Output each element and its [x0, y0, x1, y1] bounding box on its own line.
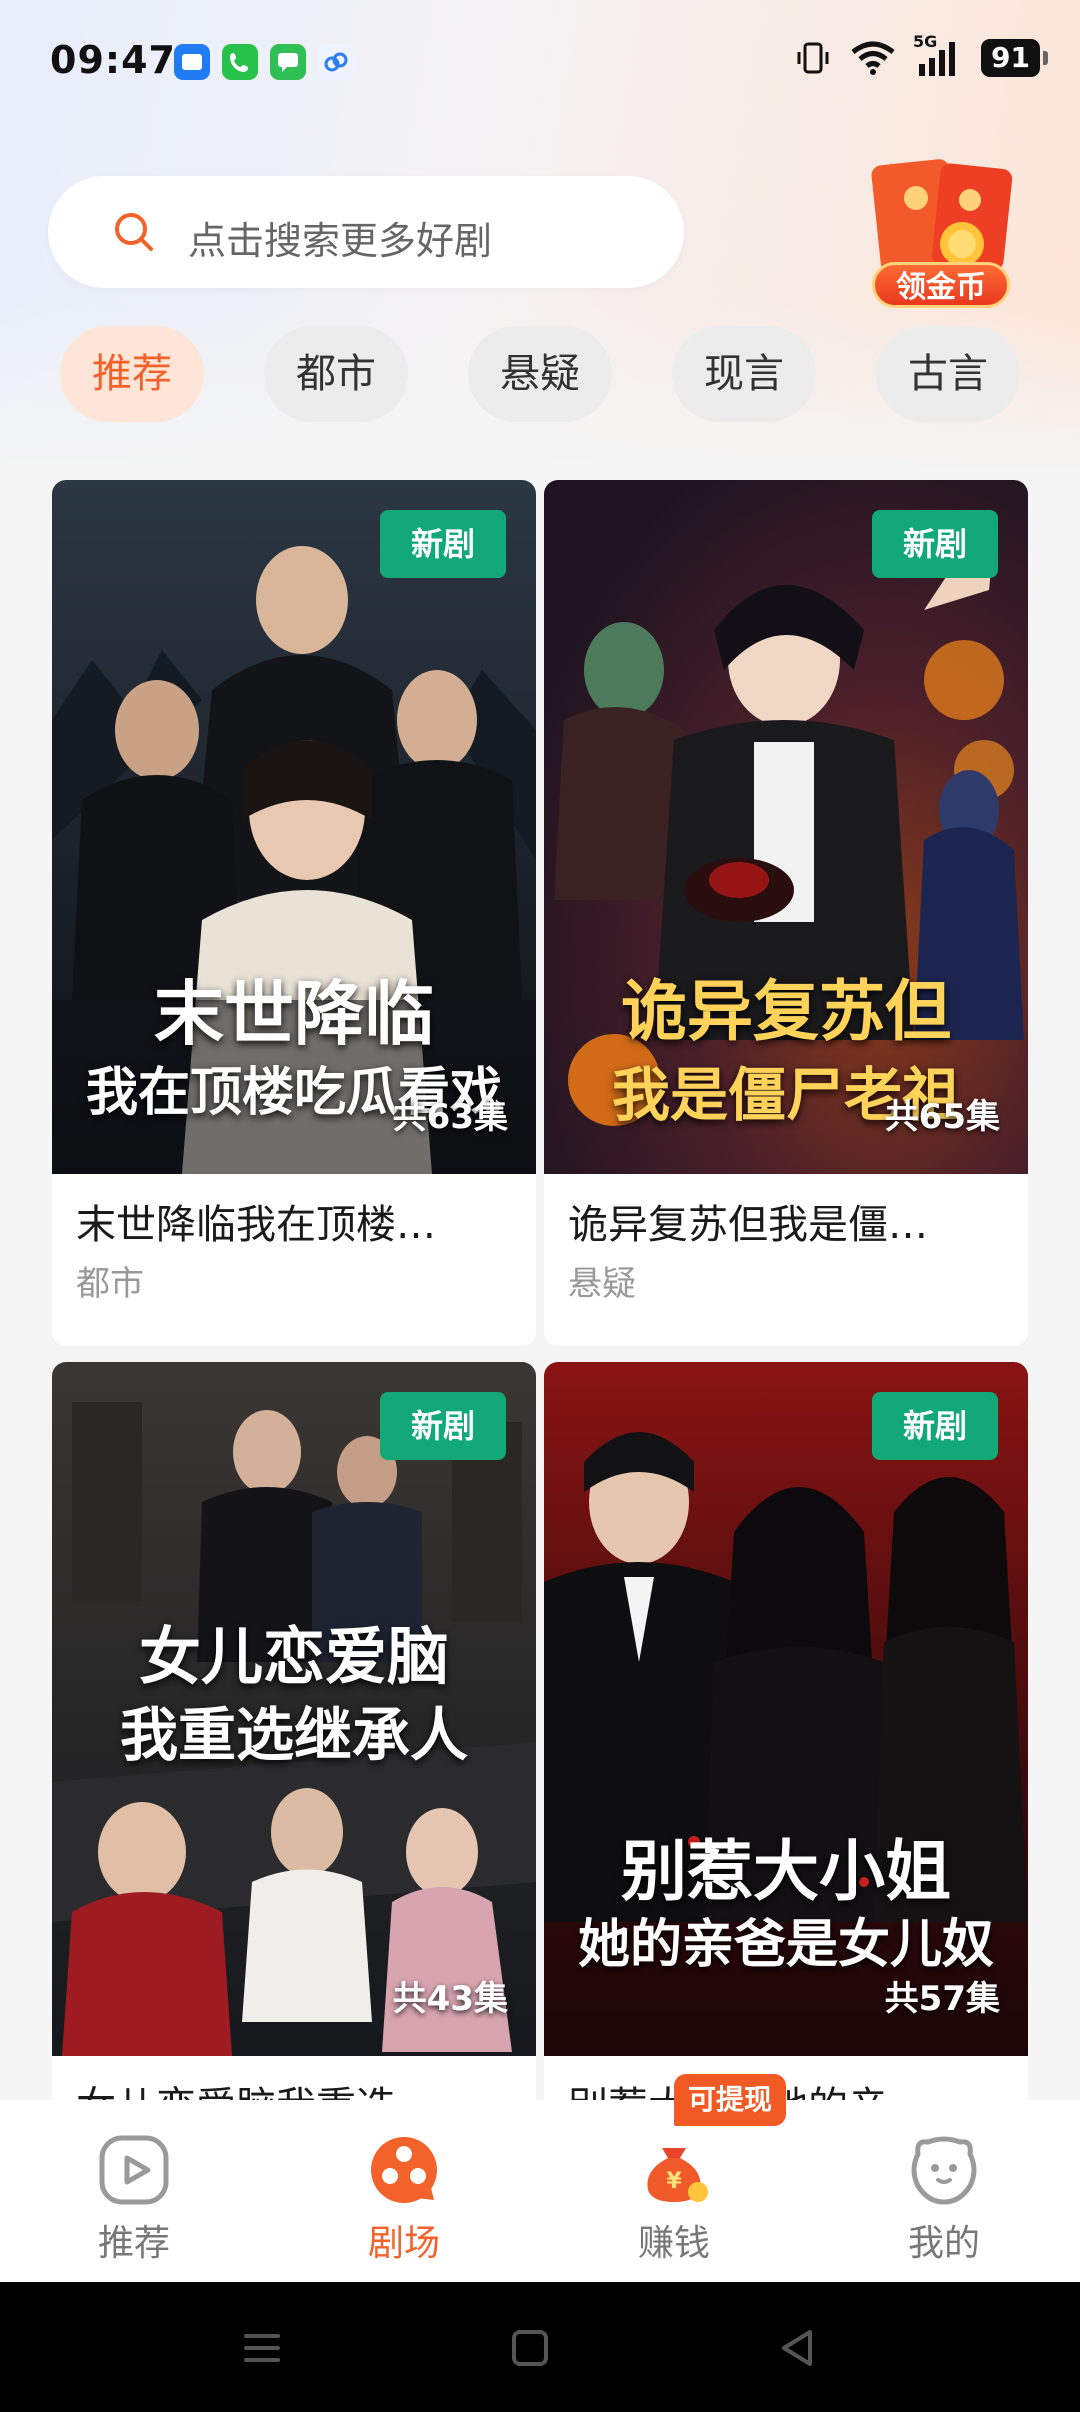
- poster-title-line1: 别惹大小姐: [621, 1832, 951, 1910]
- tab-ancient-romance[interactable]: 古言: [876, 326, 1020, 422]
- new-badge: 新剧: [380, 510, 506, 578]
- nav-recommend[interactable]: 推荐: [34, 2100, 234, 2282]
- episode-count: 共63集: [392, 1097, 508, 1137]
- episode-count: 共57集: [884, 1979, 1000, 2019]
- search-bar[interactable]: 点击搜索更多好剧: [48, 176, 684, 288]
- coin-promo-button[interactable]: 领金币: [866, 158, 1016, 312]
- new-badge: 新剧: [872, 1392, 998, 1460]
- poster-title-line1: 女儿恋爱脑: [138, 1620, 449, 1693]
- drama-card[interactable]: 诡异复苏但 我是僵尸老祖 新剧 共65集 诡异复苏但我是僵… 悬疑: [544, 480, 1028, 1346]
- poster-title-line1: 末世降临: [154, 972, 434, 1055]
- nav-label: 我的: [907, 2223, 980, 2264]
- drama-genre: 都市: [76, 1264, 144, 1304]
- nav-earn[interactable]: ¥ 赚钱: [574, 2100, 774, 2282]
- search-icon: [115, 213, 153, 251]
- withdraw-badge: 可提现: [674, 2074, 787, 2126]
- drama-title: 末世降临我在顶楼…: [76, 1202, 436, 1248]
- drama-poster[interactable]: 别惹大小姐 她的亲爸是女儿奴 新剧 共57集: [544, 1362, 1028, 2056]
- drama-title: 诡异复苏但我是僵…: [568, 1202, 928, 1248]
- status-bar: 09:47 5G 91: [0, 0, 1080, 120]
- system-navigation-bar: [0, 2282, 1080, 2412]
- poster-title-line1: 诡异复苏但: [621, 972, 951, 1050]
- nav-label: 剧场: [367, 2223, 440, 2264]
- nav-profile[interactable]: 我的: [844, 2100, 1044, 2282]
- episode-count: 共65集: [884, 1097, 1000, 1137]
- drama-poster[interactable]: 诡异复苏但 我是僵尸老祖 新剧 共65集: [544, 480, 1028, 1174]
- menu-icon[interactable]: [238, 2324, 286, 2372]
- poster-title-line2: 她的亲爸是女儿奴: [577, 1914, 994, 1975]
- money-bag-icon: ¥: [647, 2148, 708, 2202]
- tab-urban[interactable]: 都市: [264, 326, 408, 422]
- status-time: 09:47: [50, 38, 176, 82]
- tab-suspense[interactable]: 悬疑: [468, 326, 612, 422]
- category-tabs: 推荐 都市 悬疑 现言 古言: [0, 326, 1080, 422]
- battery-indicator: 91: [981, 39, 1048, 77]
- tab-modern-romance[interactable]: 现言: [672, 326, 816, 422]
- back-icon[interactable]: [774, 2324, 822, 2372]
- episode-count: 共43集: [392, 1979, 508, 2019]
- bottom-navigation: 推荐 剧场 ¥ 赚钱 我的: [0, 2100, 1080, 2282]
- tab-recommend[interactable]: 推荐: [60, 326, 204, 422]
- phone-notification-icon: [222, 44, 258, 80]
- cloud-notification-icon: [318, 44, 354, 80]
- drama-genre: 悬疑: [568, 1264, 636, 1304]
- search-placeholder: 点击搜索更多好剧: [188, 219, 493, 263]
- svg-text:¥: ¥: [666, 2169, 682, 2194]
- message-notification-icon: [270, 44, 306, 80]
- drama-card[interactable]: 别惹大小姐 她的亲爸是女儿奴 新剧 共57集 别惹大小姐她的亲…: [544, 1362, 1028, 2202]
- drama-card[interactable]: 女儿恋爱脑 我重选继承人 新剧 共43集 女儿恋爱脑我重选…: [52, 1362, 536, 2202]
- wifi-icon: [851, 41, 895, 75]
- drama-card[interactable]: 末世降临 我在顶楼吃瓜看戏 新剧 共63集 末世降临我在顶楼… 都市: [52, 480, 536, 1346]
- coin-promo-label: 领金币: [872, 262, 1010, 308]
- play-icon: [99, 2135, 169, 2205]
- nav-label: 赚钱: [637, 2223, 710, 2264]
- cellular-signal-icon: 5G: [913, 32, 965, 78]
- poster-title-line2: 我重选继承人: [119, 1701, 468, 1769]
- new-badge: 新剧: [380, 1392, 506, 1460]
- profile-face-icon: [911, 2136, 977, 2205]
- red-envelope-icon: [871, 159, 1013, 273]
- nav-theater[interactable]: 剧场: [304, 2100, 504, 2282]
- new-badge: 新剧: [872, 510, 998, 578]
- drama-poster[interactable]: 末世降临 我在顶楼吃瓜看戏 新剧 共63集: [52, 480, 536, 1174]
- status-indicators: 5G 91: [793, 32, 1048, 80]
- drama-poster[interactable]: 女儿恋爱脑 我重选继承人 新剧 共43集: [52, 1362, 536, 2056]
- home-icon[interactable]: [506, 2324, 554, 2372]
- theater-icon: [371, 2137, 437, 2203]
- app-notification-icon: [174, 44, 210, 80]
- nav-label: 推荐: [97, 2223, 170, 2264]
- vibrate-icon: [797, 42, 829, 74]
